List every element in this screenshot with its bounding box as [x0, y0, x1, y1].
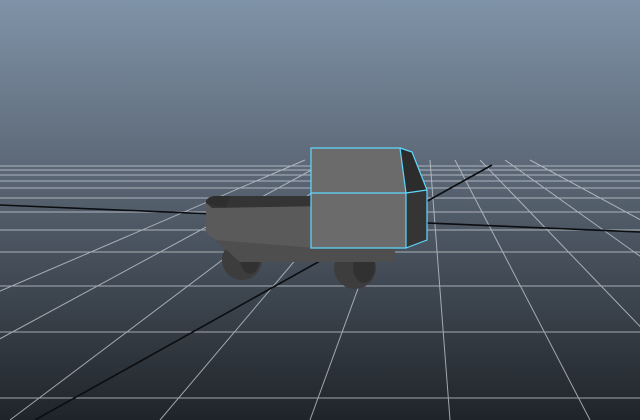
viewport-3d[interactable]	[0, 0, 640, 420]
viewport-scene[interactable]	[0, 0, 640, 420]
cab[interactable]	[310, 147, 428, 249]
